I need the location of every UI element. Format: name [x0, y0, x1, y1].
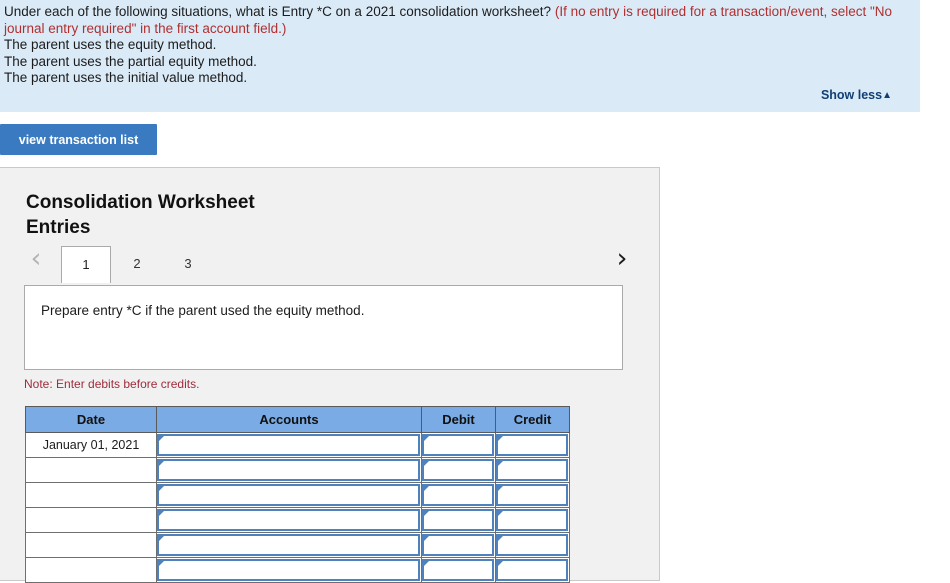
account-input[interactable] [157, 459, 420, 481]
dropdown-marker-icon [498, 561, 503, 566]
cell-account [156, 507, 422, 533]
table-row: January 01, 2021 [25, 432, 570, 458]
account-input[interactable] [157, 559, 420, 581]
entry-instruction-box: Prepare entry *C if the parent used the … [24, 285, 623, 370]
credit-input[interactable] [496, 434, 568, 456]
dropdown-marker-icon [498, 486, 503, 491]
cell-debit [421, 507, 496, 533]
cell-credit [495, 457, 570, 483]
debit-input[interactable] [422, 434, 494, 456]
show-less-toggle[interactable]: Show less▲ [821, 88, 892, 102]
dropdown-marker-icon [424, 561, 429, 566]
cell-credit [495, 432, 570, 458]
account-input[interactable] [157, 484, 420, 506]
table-row [25, 557, 570, 583]
caret-up-icon: ▲ [882, 90, 892, 101]
account-input[interactable] [157, 509, 420, 531]
chevron-right-icon[interactable]: › [608, 244, 636, 274]
dropdown-marker-icon [424, 486, 429, 491]
dropdown-marker-icon [498, 511, 503, 516]
situation-item-1: The parent uses the equity method. [4, 37, 217, 52]
dropdown-marker-icon [424, 511, 429, 516]
column-header-credit: Credit [495, 406, 570, 433]
table-row [25, 457, 570, 483]
cell-date[interactable] [25, 532, 157, 558]
dropdown-marker-icon [159, 436, 164, 441]
column-header-accounts: Accounts [156, 406, 422, 433]
cell-account [156, 532, 422, 558]
debit-input[interactable] [422, 459, 494, 481]
dropdown-marker-icon [424, 461, 429, 466]
cell-credit [495, 532, 570, 558]
credit-input[interactable] [496, 509, 568, 531]
tab-entry-1[interactable]: 1 [61, 246, 111, 283]
account-input[interactable] [157, 534, 420, 556]
table-header-row: Date Accounts Debit Credit [25, 406, 570, 433]
dropdown-marker-icon [498, 436, 503, 441]
column-header-debit: Debit [421, 406, 496, 433]
cell-credit [495, 557, 570, 583]
account-input[interactable] [157, 434, 420, 456]
table-row [25, 507, 570, 533]
credit-input[interactable] [496, 484, 568, 506]
worksheet-tab-strip: ‹ 1 2 3 › [0, 237, 660, 283]
show-less-label: Show less [820, 88, 883, 102]
cell-account [156, 482, 422, 508]
journal-entry-table: Date Accounts Debit Credit January 01, 2… [25, 406, 570, 583]
debit-input[interactable] [422, 484, 494, 506]
cell-debit [421, 482, 496, 508]
debit-input[interactable] [422, 509, 494, 531]
tab-entry-2[interactable]: 2 [112, 246, 162, 283]
chevron-left-icon[interactable]: ‹ [22, 244, 50, 274]
dropdown-marker-icon [159, 486, 164, 491]
cell-account [156, 557, 422, 583]
cell-date[interactable] [25, 507, 157, 533]
dropdown-marker-icon [498, 536, 503, 541]
dropdown-marker-icon [424, 436, 429, 441]
cell-account [156, 457, 422, 483]
question-prompt-main: Under each of the following situations, … [4, 4, 555, 19]
situation-item-2: The parent uses the partial equity metho… [4, 53, 257, 69]
cell-debit [421, 532, 496, 558]
cell-date[interactable] [25, 457, 157, 483]
question-prompt: Under each of the following situations, … [4, 4, 920, 37]
situation-item-3: The parent uses the initial value method… [4, 70, 248, 85]
cell-credit [495, 507, 570, 533]
debit-input[interactable] [422, 534, 494, 556]
credit-input[interactable] [496, 559, 568, 581]
debit-input[interactable] [422, 559, 494, 581]
credit-input[interactable] [496, 459, 568, 481]
dropdown-marker-icon [498, 461, 503, 466]
dropdown-marker-icon [159, 536, 164, 541]
cell-account [156, 432, 422, 458]
table-row [25, 482, 570, 508]
table-row [25, 532, 570, 558]
dropdown-marker-icon [159, 511, 164, 516]
column-header-date: Date [25, 406, 157, 433]
cell-date[interactable]: January 01, 2021 [25, 432, 157, 458]
cell-date[interactable] [25, 482, 157, 508]
debits-before-credits-note: Note: Enter debits before credits. [24, 377, 200, 391]
dropdown-marker-icon [159, 561, 164, 566]
cell-credit [495, 482, 570, 508]
dropdown-marker-icon [159, 461, 164, 466]
dropdown-marker-icon [424, 536, 429, 541]
page-title: Consolidation Worksheet Entries [26, 192, 255, 238]
credit-input[interactable] [496, 534, 568, 556]
cell-debit [421, 432, 496, 458]
cell-date[interactable] [25, 557, 157, 583]
tab-entry-3[interactable]: 3 [163, 246, 213, 283]
view-transaction-list-button[interactable]: view transaction list [0, 124, 157, 155]
cell-debit [421, 557, 496, 583]
cell-debit [421, 457, 496, 483]
question-banner: Under each of the following situations, … [0, 0, 920, 112]
